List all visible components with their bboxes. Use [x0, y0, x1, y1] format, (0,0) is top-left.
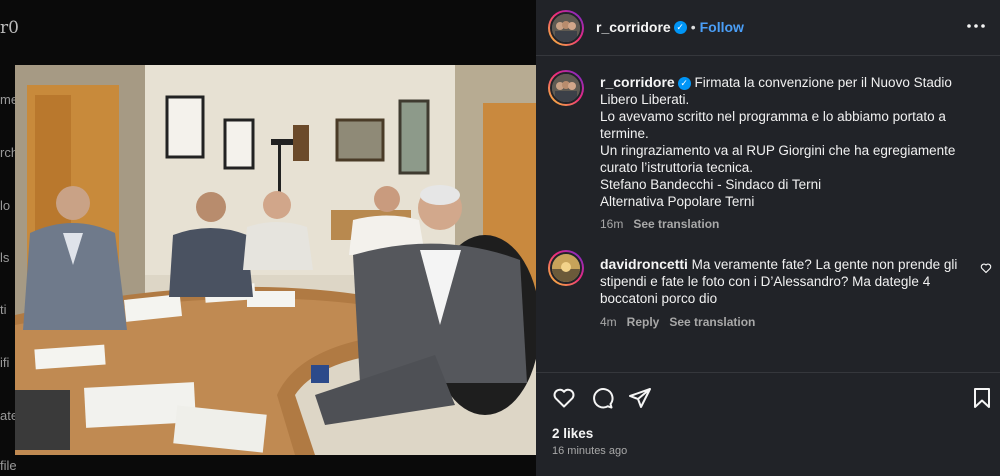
- caption-age: 16m: [600, 217, 624, 231]
- caption-see-translation-link[interactable]: See translation: [633, 217, 719, 231]
- comment-see-translation-link[interactable]: See translation: [669, 315, 755, 329]
- comment-reply-link[interactable]: Reply: [627, 315, 660, 329]
- heart-icon[interactable]: [552, 386, 576, 410]
- backdrop-menu-fragment: ifi: [0, 355, 10, 370]
- post-detail-panel: r_corridore ✓ • Follow r_corridore ✓ Firmata…: [536, 0, 1000, 476]
- comment-age: 4m: [600, 315, 617, 329]
- backdrop-menu-fragment: file: [0, 458, 17, 473]
- caption-username[interactable]: r_corridore: [600, 74, 675, 90]
- verified-badge-icon: ✓: [677, 76, 691, 90]
- follow-button[interactable]: Follow: [700, 19, 744, 35]
- meeting-room-illustration: [15, 65, 536, 455]
- caption-author-avatar[interactable]: [548, 70, 584, 106]
- comment-icon[interactable]: [590, 386, 614, 410]
- share-icon[interactable]: [628, 386, 652, 410]
- backdrop-logo-fragment: r0: [0, 18, 19, 38]
- post-timestamp: 16 minutes ago: [552, 445, 628, 457]
- header-user-line: r_corridore ✓ • Follow: [596, 19, 744, 37]
- avatar-sunset-photo: [552, 254, 580, 282]
- avatar-group-photo: [552, 74, 580, 102]
- post-photo[interactable]: [15, 65, 536, 455]
- caption-meta: 16m See translation: [600, 217, 729, 231]
- commenter-username[interactable]: davidroncetti: [600, 256, 688, 272]
- author-username[interactable]: r_corridore: [596, 19, 671, 35]
- more-options-icon[interactable]: [966, 16, 986, 36]
- heart-small-icon[interactable]: [980, 262, 992, 274]
- comment: davidroncetti Ma veramente fate? La gent…: [600, 256, 970, 307]
- avatar-group-photo: [552, 14, 580, 42]
- backdrop-menu-fragment: lo: [0, 198, 11, 213]
- likes-count[interactable]: 2 likes: [552, 426, 593, 441]
- avatar-image: [550, 12, 582, 44]
- verified-badge-icon: ✓: [673, 21, 687, 35]
- avatar-image: [550, 72, 582, 104]
- actions-divider: [536, 372, 1000, 373]
- header-separator: •: [690, 19, 696, 35]
- caption-text: Firmata la convenzione per il Nuovo Stad…: [600, 75, 956, 209]
- backdrop-menu-fragment: ti: [0, 302, 7, 317]
- backdrop-menu-fragment: ls: [0, 250, 10, 265]
- author-avatar[interactable]: [548, 10, 584, 46]
- avatar-image: [550, 252, 582, 284]
- commenter-avatar[interactable]: [548, 250, 584, 286]
- comment-meta: 4m Reply See translation: [600, 315, 765, 329]
- bookmark-icon[interactable]: [970, 386, 994, 410]
- post-header: r_corridore ✓ • Follow: [536, 0, 1000, 56]
- caption: r_corridore ✓ Firmata la convenzione per …: [600, 74, 984, 210]
- post-actions-bar: [536, 380, 1000, 416]
